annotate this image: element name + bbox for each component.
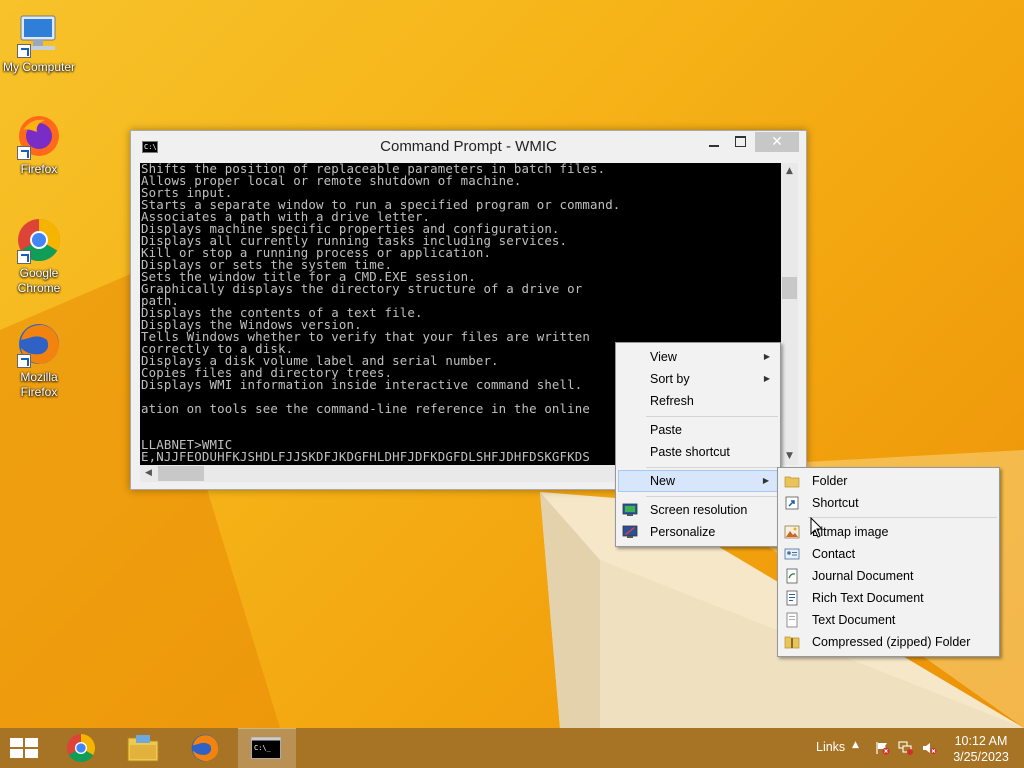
menu-item-label: New <box>650 474 676 488</box>
menu-separator <box>646 467 778 468</box>
menu-separator <box>808 517 997 518</box>
menu-item-label: Rich Text Document <box>812 591 924 605</box>
menu-item-label: Shortcut <box>812 496 859 510</box>
menu-item-personalize[interactable]: Personalize <box>618 521 778 543</box>
horizontal-scroll-thumb[interactable] <box>158 466 204 481</box>
shortcut-arrow-icon <box>17 250 31 264</box>
menu-item-label: Paste shortcut <box>650 445 730 459</box>
menu-item-new[interactable]: New ▶ <box>618 470 778 492</box>
taskbar-app-file-explorer[interactable] <box>114 728 172 768</box>
new-item-text-document[interactable]: Text Document <box>780 609 997 631</box>
windows-logo-icon <box>10 749 23 758</box>
mouse-cursor-icon <box>810 517 824 538</box>
desktop-icon-google-chrome[interactable]: Google Chrome <box>1 216 77 296</box>
minimize-button[interactable] <box>701 132 727 152</box>
windows-logo-icon <box>25 738 38 747</box>
volume-muted-icon[interactable] <box>922 741 937 755</box>
submenu-arrow-icon: ▶ <box>762 476 769 485</box>
vertical-scroll-thumb[interactable] <box>782 277 797 299</box>
contact-icon <box>784 548 800 560</box>
desktop-icon-label: Google Chrome <box>17 266 61 295</box>
firefox-icon <box>191 734 219 762</box>
menu-item-screen-resolution[interactable]: Screen resolution <box>618 499 778 521</box>
rich-text-icon <box>786 590 798 606</box>
taskbar-app-command-prompt[interactable]: C:\_ <box>238 728 296 768</box>
menu-item-paste-shortcut[interactable]: Paste shortcut <box>618 441 778 463</box>
console-line: Allows proper local or remote shutdown o… <box>141 173 522 188</box>
menu-item-label: Journal Document <box>812 569 914 583</box>
new-item-journal-document[interactable]: Journal Document <box>780 565 997 587</box>
system-clock[interactable]: 10:12 AM 3/25/2023 <box>946 733 1016 765</box>
action-center-flag-icon[interactable] <box>875 741 890 755</box>
menu-item-label: Sort by <box>650 372 690 386</box>
new-item-shortcut[interactable]: Shortcut <box>780 492 997 514</box>
show-hidden-icons-icon[interactable]: ▲ <box>852 740 859 750</box>
zip-folder-icon <box>784 636 800 649</box>
chrome-icon <box>67 734 96 763</box>
text-document-icon <box>786 612 798 628</box>
console-line: Graphically displays the directory struc… <box>141 281 583 296</box>
menu-item-sort-by[interactable]: Sort by ▶ <box>618 368 778 390</box>
menu-item-paste[interactable]: Paste <box>618 419 778 441</box>
new-item-compressed-folder[interactable]: Compressed (zipped) Folder <box>780 631 997 653</box>
menu-item-label: Folder <box>812 474 848 488</box>
maximize-button[interactable] <box>728 132 754 152</box>
start-button[interactable] <box>8 738 38 758</box>
journal-icon <box>786 568 798 584</box>
desktop-icon-label: Firefox <box>20 162 58 176</box>
menu-item-label: Paste <box>650 423 682 437</box>
window-titlebar[interactable]: C:\ Command Prompt - WMIC ✕ <box>131 131 806 163</box>
desktop-icon-label: Mozilla Firefox <box>20 370 58 399</box>
menu-item-label: Contact <box>812 547 856 561</box>
folder-icon <box>784 476 800 488</box>
close-button[interactable]: ✕ <box>755 132 799 152</box>
menu-item-label: Refresh <box>650 394 694 408</box>
menu-item-refresh[interactable]: Refresh <box>618 390 778 412</box>
submenu-arrow-icon: ▶ <box>763 374 770 383</box>
new-submenu: Folder Shortcut Bitmap image Contact Jou… <box>777 467 1000 657</box>
windows-logo-icon <box>10 738 23 747</box>
cmd-icon: C:\_ <box>251 737 281 759</box>
network-icon[interactable] <box>898 741 913 755</box>
svg-text:C:\_: C:\_ <box>254 744 272 752</box>
vertical-scrollbar[interactable]: ▲ ▼ <box>781 163 798 465</box>
shortcut-arrow-icon <box>17 354 31 368</box>
clock-date: 3/25/2023 <box>953 750 1009 764</box>
desktop-context-menu: View ▶ Sort by ▶ Refresh Paste Paste sho… <box>615 342 781 547</box>
shortcut-arrow-icon <box>17 146 31 160</box>
screen-resolution-icon <box>622 503 638 516</box>
taskbar-app-firefox[interactable] <box>176 728 234 768</box>
desktop[interactable]: My Computer Firefox Google Chrome Mozill… <box>0 0 1024 728</box>
new-item-folder[interactable]: Folder <box>780 470 997 492</box>
menu-separator <box>646 416 778 417</box>
menu-item-label: View <box>650 350 677 364</box>
menu-item-label: Text Document <box>812 613 896 627</box>
windows-logo-icon <box>25 749 38 758</box>
personalize-icon <box>622 525 638 538</box>
file-explorer-icon <box>127 735 159 762</box>
menu-item-label: Compressed (zipped) Folder <box>812 635 971 649</box>
shortcut-arrow-icon <box>17 44 31 58</box>
desktop-icon-label: My Computer <box>2 60 76 74</box>
bitmap-icon <box>784 525 800 539</box>
scroll-up-icon[interactable]: ▲ <box>781 163 798 180</box>
menu-item-label: Screen resolution <box>650 503 748 517</box>
desktop-icon-firefox[interactable]: Firefox <box>1 112 77 177</box>
menu-item-label: Personalize <box>650 525 716 539</box>
desktop-icon-my-computer[interactable]: My Computer <box>1 10 77 75</box>
links-toolbar[interactable]: Links <box>816 740 845 754</box>
scroll-left-icon[interactable]: ◀ <box>140 465 157 482</box>
shortcut-icon <box>785 496 799 510</box>
taskbar: C:\_ Links ▲ 10:12 AM 3/25/2023 <box>0 728 1024 768</box>
desktop-icon-mozilla-firefox[interactable]: Mozilla Firefox <box>1 320 77 400</box>
menu-item-view[interactable]: View ▶ <box>618 346 778 368</box>
new-item-contact[interactable]: Contact <box>780 543 997 565</box>
scroll-down-icon[interactable]: ▼ <box>781 448 798 465</box>
new-item-rich-text-document[interactable]: Rich Text Document <box>780 587 997 609</box>
menu-separator <box>646 496 778 497</box>
clock-time: 10:12 AM <box>954 734 1008 748</box>
taskbar-app-chrome[interactable] <box>52 728 110 768</box>
submenu-arrow-icon: ▶ <box>763 352 770 361</box>
